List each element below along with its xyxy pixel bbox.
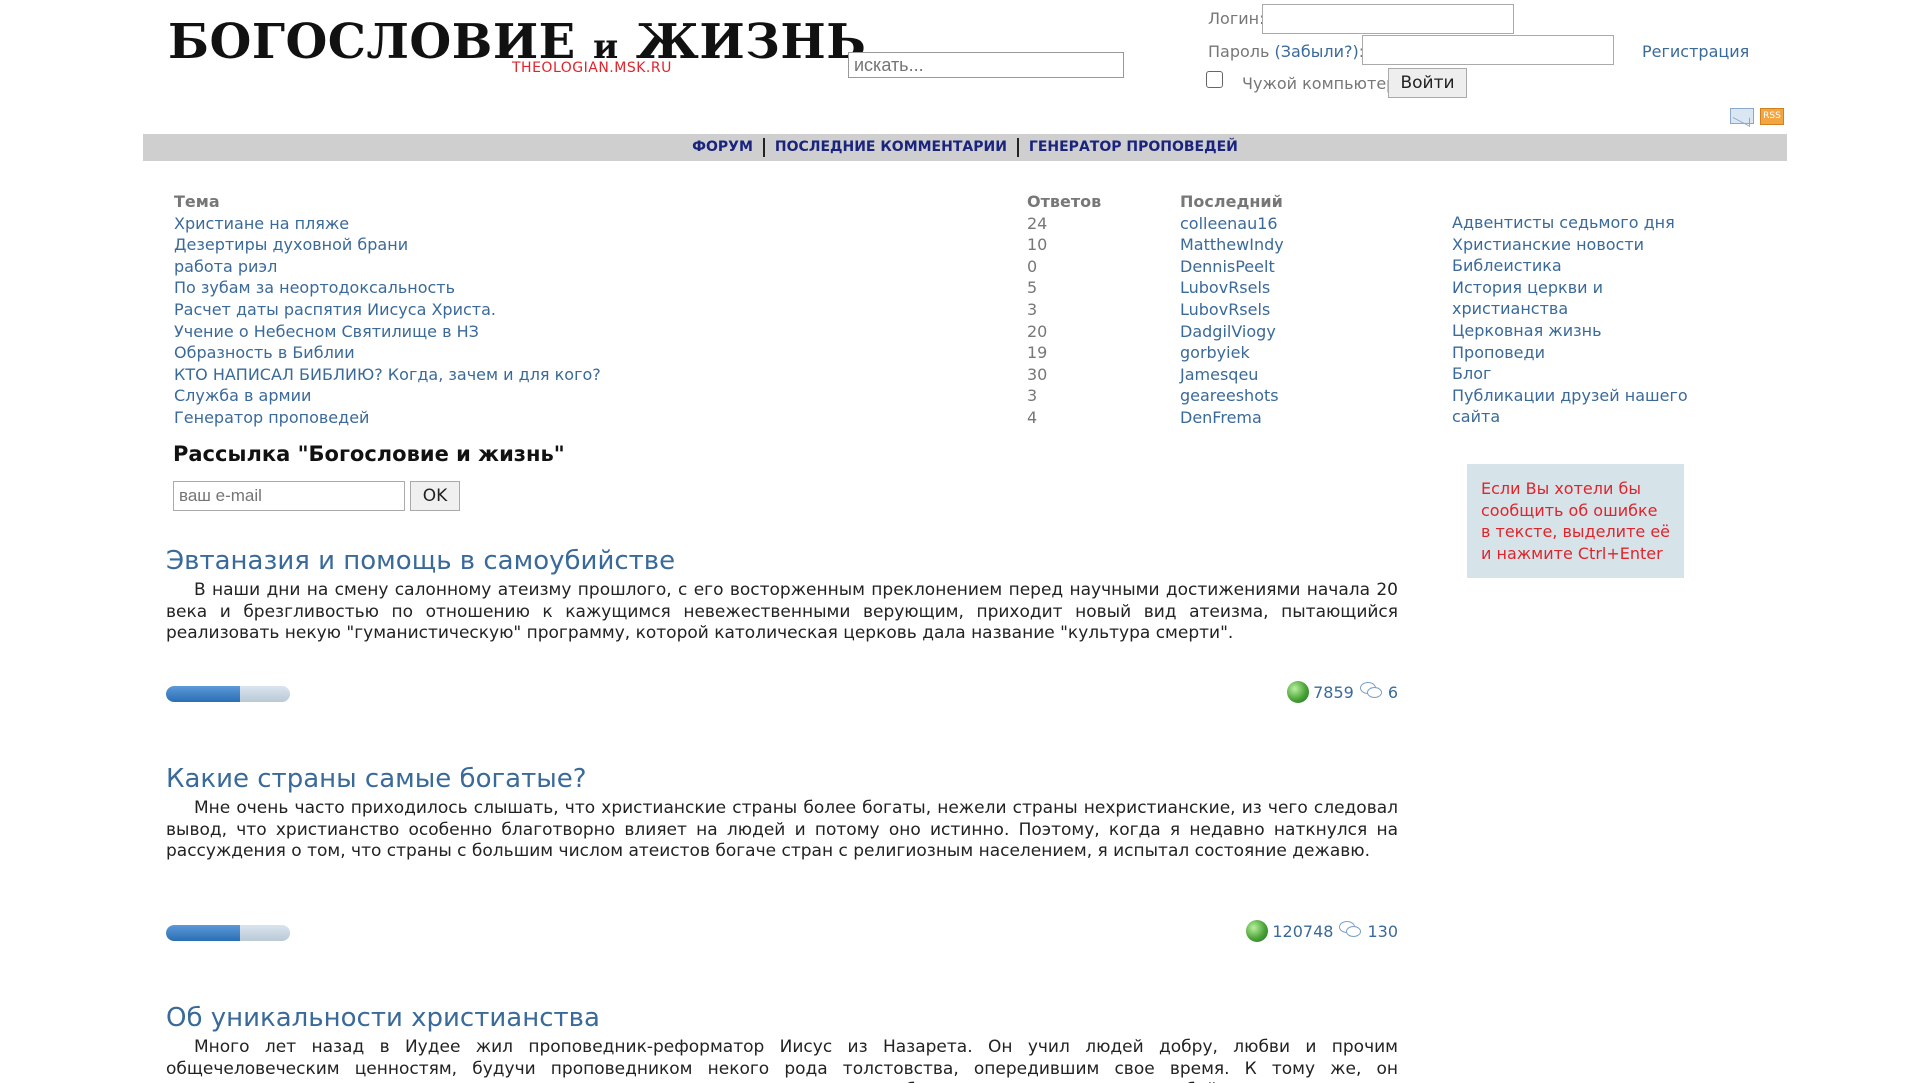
article-title-link[interactable]: Об уникальности христианства <box>166 1003 600 1033</box>
forum-last-user-link[interactable]: Jamesqeu <box>1180 364 1420 386</box>
forum-reply-count: 5 <box>1027 278 1038 298</box>
article-title-link[interactable]: Эвтаназия и помощь в самоубийстве <box>166 546 675 576</box>
nav-divider <box>762 137 765 157</box>
forum-topic-link[interactable]: КТО НАПИСАЛ БИБЛИЮ? Когда, зачем и для к… <box>174 364 974 386</box>
views-count: 7859 <box>1313 683 1354 702</box>
article: Какие страны самые богатые? Мне очень ча… <box>166 764 1398 863</box>
error-report-note: Если Вы хотели бы сообщить об ошибке в т… <box>1467 464 1684 578</box>
forum-topic-link[interactable]: Образность в Библии <box>174 342 974 364</box>
rating-fill <box>166 925 241 941</box>
forum-last-user-link[interactable]: DenFrema <box>1180 407 1420 429</box>
article-stats: 7859 6 <box>1287 681 1398 703</box>
article-title-link[interactable]: Какие страны самые богатые? <box>166 764 587 794</box>
logo-subtitle: THEOLOGIAN.MSK.RU <box>512 60 672 76</box>
article-rating-bar[interactable] <box>166 686 290 702</box>
comments-count[interactable]: 130 <box>1367 922 1398 941</box>
forum-topic-link[interactable]: Служба в армии <box>174 385 974 407</box>
forum-topics-column: Тема Христиане на пляже Дезертиры духовн… <box>174 191 974 429</box>
login-input[interactable] <box>1262 4 1514 34</box>
category-link[interactable]: Адвентисты седьмого дня <box>1452 212 1712 234</box>
forum-reply-count: 10 <box>1027 235 1048 255</box>
forum-last-user-link[interactable]: colleenau16 <box>1180 213 1420 235</box>
article-excerpt: Мне очень часто приходилось слышать, что… <box>166 798 1398 862</box>
newsletter-title: Рассылка "Богословие и жизнь" <box>173 442 565 466</box>
nav-divider <box>1016 137 1019 157</box>
newsletter-email-input[interactable] <box>173 481 405 511</box>
forum-topic-link[interactable]: Дезертиры духовной брани <box>174 234 974 256</box>
forum-last-user-link[interactable]: MatthewIndy <box>1180 234 1420 256</box>
forum-last-user-link[interactable]: LubovRsels <box>1180 299 1420 321</box>
category-link[interactable]: Проповеди <box>1452 342 1712 364</box>
forum-topic-link[interactable]: Христиане на пляже <box>174 213 974 235</box>
forum-topic-link[interactable]: Расчет даты распятия Иисуса Христа. <box>174 299 974 321</box>
category-link[interactable]: Библеистика <box>1452 255 1712 277</box>
article: Об уникальности христианства Много лет н… <box>166 1003 1398 1083</box>
views-count: 120748 <box>1272 922 1334 941</box>
forum-header-replies: Ответов <box>1027 192 1102 211</box>
category-list: Адвентисты седьмого дня Христианские нов… <box>1452 212 1712 428</box>
search-input[interactable] <box>848 52 1124 78</box>
rss-icon[interactable]: RSS <box>1760 108 1784 125</box>
views-icon <box>1246 920 1269 942</box>
login-button[interactable]: Войти <box>1388 68 1467 98</box>
nav-sermon-generator[interactable]: ГЕНЕРАТОР ПРОПОВЕДЕЙ <box>1029 139 1238 155</box>
forum-reply-count: 4 <box>1027 407 1038 427</box>
forum-last-user-link[interactable]: gorbyiek <box>1180 342 1420 364</box>
forum-replies-column: Ответов 24 10 0 5 3 20 19 30 3 4 <box>1027 191 1147 429</box>
article-rating-bar[interactable] <box>166 925 290 941</box>
forum-reply-count: 3 <box>1027 386 1038 406</box>
article-excerpt: В наши дни на смену салонному атеизму пр… <box>166 580 1398 644</box>
remember-checkbox[interactable] <box>1206 71 1223 88</box>
forum-reply-count: 30 <box>1027 364 1048 384</box>
password-input[interactable] <box>1362 35 1614 65</box>
comments-icon <box>1359 682 1382 700</box>
article-excerpt: Много лет назад в Иудее жил проповедник-… <box>166 1037 1398 1083</box>
forum-topic-link[interactable]: Генератор проповедей <box>174 407 974 429</box>
forum-last-user-link[interactable]: geareeshots <box>1180 385 1420 407</box>
remember-label: Чужой компьютер <box>1242 74 1397 93</box>
logo-title: БОГОСЛОВИЕ и ЖИЗНЬ <box>168 14 867 70</box>
site-logo[interactable]: БОГОСЛОВИЕ и ЖИЗНЬ THEOLOGIAN.MSK.RU <box>168 14 867 84</box>
nav-forum[interactable]: ФОРУМ <box>692 139 753 155</box>
nav-latest-comments[interactable]: ПОСЛЕДНИЕ КОММЕНТАРИИ <box>775 139 1007 155</box>
forum-reply-count: 19 <box>1027 343 1048 363</box>
register-link[interactable]: Регистрация <box>1642 42 1749 61</box>
forgot-password-link[interactable]: (Забыли?) <box>1275 42 1359 61</box>
category-link[interactable]: Христианские новости <box>1452 234 1712 256</box>
category-link[interactable]: Церковная жизнь <box>1452 320 1712 342</box>
forum-last-user-link[interactable]: DennisPeelt <box>1180 256 1420 278</box>
forum-header-topic: Тема <box>174 192 220 211</box>
forum-last-user-link[interactable]: DadgilViogy <box>1180 321 1420 343</box>
forum-reply-count: 24 <box>1027 213 1048 233</box>
article-stats: 120748 130 <box>1246 920 1398 942</box>
comments-count[interactable]: 6 <box>1388 683 1398 702</box>
rating-fill <box>166 686 241 702</box>
category-link[interactable]: Блог <box>1452 363 1712 385</box>
forum-reply-count: 3 <box>1027 299 1038 319</box>
views-icon <box>1287 681 1310 703</box>
forum-topic-link[interactable]: По зубам за неортодоксальность <box>174 277 974 299</box>
forum-last-column: Последний colleenau16 MatthewIndy Dennis… <box>1180 191 1420 429</box>
newsletter-ok-button[interactable]: OK <box>410 481 460 511</box>
forum-topic-link[interactable]: работа риэл <box>174 256 974 278</box>
forum-reply-count: 20 <box>1027 321 1048 341</box>
mail-icon[interactable] <box>1730 108 1754 124</box>
comments-icon <box>1339 921 1362 939</box>
forum-topic-link[interactable]: Учение о Небесном Святилище в НЗ <box>174 321 974 343</box>
category-link[interactable]: История церкви и христианства <box>1452 277 1622 320</box>
forum-header-last: Последний <box>1180 192 1283 211</box>
main-nav: ФОРУМ ПОСЛЕДНИЕ КОММЕНТАРИИ ГЕНЕРАТОР ПРОП… <box>143 134 1787 161</box>
article: Эвтаназия и помощь в самоубийстве В наши… <box>166 546 1398 645</box>
forum-reply-count: 0 <box>1027 256 1038 276</box>
password-label: Пароль (Забыли?): <box>1208 42 1364 61</box>
login-label: Логин: <box>1208 9 1265 28</box>
forum-last-user-link[interactable]: LubovRsels <box>1180 277 1420 299</box>
category-link[interactable]: Публикации друзей нашего сайта <box>1452 385 1692 428</box>
